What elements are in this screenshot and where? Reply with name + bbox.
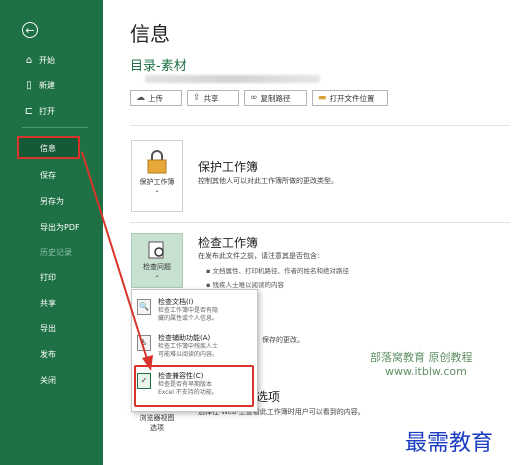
watermark-line1: 部落窝教育 原创教程 bbox=[370, 351, 473, 364]
corner-watermark: 最需教育 bbox=[405, 431, 494, 456]
annotation-arrow bbox=[81, 151, 153, 371]
watermark-line2: www.itblw.com bbox=[385, 365, 467, 378]
